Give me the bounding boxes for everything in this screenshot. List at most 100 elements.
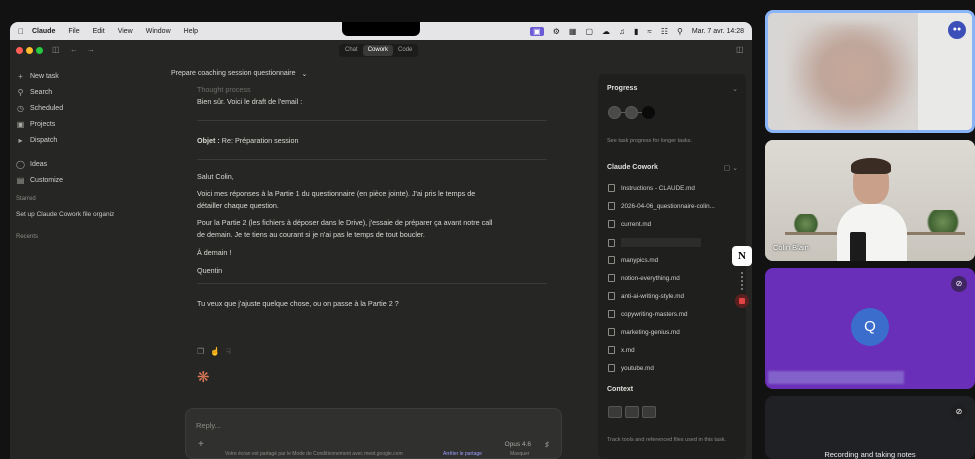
close-window-button[interactable] (16, 47, 23, 54)
context-file-icon (608, 406, 622, 418)
folder-chevron-icon[interactable]: ▢ ⌄ (724, 164, 738, 172)
camera-notch (342, 22, 420, 36)
file-name: youtube.md (621, 364, 654, 372)
file-name: current.md (621, 220, 652, 228)
tab-chat[interactable]: Chat (340, 45, 363, 56)
battery-icon[interactable]: ▮ (634, 27, 638, 36)
conversation-title-dropdown[interactable]: Prepare coaching session questionnaire ⌄ (171, 70, 307, 78)
microphone-icon[interactable]: ♯ (545, 440, 549, 449)
participant-tile-q[interactable]: Q ⊘ (765, 268, 975, 389)
folder-icon: ▣ (16, 120, 25, 129)
plant (923, 210, 963, 234)
divider (197, 159, 547, 160)
file-item[interactable]: anti-ai-writing-style.md (608, 292, 684, 300)
file-item[interactable] (608, 238, 701, 247)
stop-sharing-button[interactable]: Arrêter le partage (443, 451, 482, 457)
context-file-icons (608, 406, 656, 418)
minimize-window-button[interactable] (26, 47, 33, 54)
stop-recording-button[interactable] (735, 294, 749, 308)
file-item[interactable]: x.md (608, 346, 635, 354)
email-closing: À demain ! (197, 248, 232, 257)
progress-steps (608, 106, 655, 119)
control-center-icon[interactable]: ☷ (661, 27, 668, 36)
sidebar-toggle-icon[interactable]: ◫ (52, 45, 60, 54)
file-name: notion-everything.md (621, 274, 680, 282)
sidebar-item-scheduled[interactable]: ◷ Scheduled (16, 104, 63, 113)
window-icon[interactable]: ▢ (585, 27, 593, 36)
participant-tile-speaking[interactable]: ●● (765, 10, 975, 133)
participant-hair (851, 158, 891, 174)
sidebar-item-ideas[interactable]: ◯ Ideas (16, 160, 47, 169)
panel-toggle-icon[interactable]: ◫ (736, 45, 744, 54)
thumbs-up-icon[interactable]: ☝ (210, 346, 220, 357)
model-selector[interactable]: Opus 4.6 (505, 441, 531, 448)
notion-icon[interactable]: N (732, 246, 752, 266)
file-item[interactable]: Instructions - CLAUDE.md (608, 184, 695, 192)
progress-step-icon (642, 106, 655, 119)
add-attachment-icon[interactable]: + (198, 439, 204, 450)
menu-edit[interactable]: Edit (93, 28, 105, 35)
volume-icon[interactable]: ♫ (619, 27, 625, 36)
conversation-title: Prepare coaching session questionnaire (171, 70, 296, 77)
email-greeting: Salut Colin, (197, 172, 234, 181)
cloud-icon[interactable]: ☁ (602, 27, 610, 36)
tab-cowork[interactable]: Cowork (362, 45, 394, 56)
participant-video (837, 158, 907, 261)
sidebar-item-dispatch[interactable]: ▸ Dispatch (16, 136, 57, 145)
menu-app-name[interactable]: Claude (32, 28, 55, 35)
mic-muted-icon: ⊘ (951, 404, 967, 420)
briefcase-icon: ▤ (16, 176, 25, 185)
tab-code[interactable]: Code (393, 45, 417, 56)
gear-icon[interactable]: ⚙ (553, 27, 560, 36)
thumbs-down-icon[interactable]: ☟ (226, 346, 231, 357)
file-item[interactable]: current.md (608, 220, 651, 228)
file-name: manypics.md (621, 256, 659, 264)
participant-tile-notetaker[interactable]: ⊘ Recording and taking notes (765, 396, 975, 459)
right-panel: Progress ⌄ See task progress for longer … (598, 74, 746, 459)
apple-icon[interactable]:  (10, 27, 32, 36)
menu-view[interactable]: View (118, 28, 133, 35)
file-item[interactable]: notion-everything.md (608, 274, 680, 282)
wifi-icon[interactable]: ≈ (647, 27, 651, 36)
reply-input[interactable]: Reply... (196, 421, 221, 430)
divider (197, 283, 547, 284)
menu-help[interactable]: Help (184, 28, 198, 35)
file-item[interactable]: youtube.md (608, 364, 654, 372)
file-item[interactable]: 2026-04-06_questionnaire-colin... (608, 202, 715, 210)
drag-handle[interactable] (741, 272, 743, 290)
file-name: 2026-04-06_questionnaire-colin... (621, 202, 715, 210)
context-file-icon (625, 406, 639, 418)
file-item[interactable]: marketing-genius.md (608, 328, 680, 336)
lightbulb-icon: ◯ (16, 160, 25, 169)
file-item[interactable]: copywriting-masters.md (608, 310, 687, 318)
sidebar-item-customize[interactable]: ▤ Customize (16, 176, 63, 185)
chevron-down-icon[interactable]: ⌄ (732, 85, 738, 93)
share-banner-text: Votre écran est partagé par le Mode de C… (225, 451, 403, 457)
hide-banner-button[interactable]: Masquer (510, 451, 529, 457)
menu-file[interactable]: File (68, 28, 79, 35)
claude-app-window:  Claude File Edit View Window Help ▣ ⚙ … (10, 22, 752, 459)
file-icon (608, 238, 615, 247)
file-name: copywriting-masters.md (621, 310, 688, 318)
starred-task-link[interactable]: Set up Claude Cowork file organiz (16, 211, 114, 218)
search-icon[interactable]: ⚲ (677, 27, 683, 36)
file-item[interactable]: manypics.md (608, 256, 658, 264)
chevron-down-icon: ⌄ (301, 71, 308, 78)
participant-tile-colin[interactable]: Colin Blain (765, 140, 975, 261)
menubar-clock[interactable]: Mar. 7 avr. 14:28 (692, 28, 744, 35)
copy-icon[interactable]: ❐ (197, 346, 204, 357)
menu-window[interactable]: Window (146, 28, 171, 35)
mode-switcher: Chat Cowork Code (339, 44, 419, 57)
sidebar-item-projects[interactable]: ▣ Projects (16, 120, 56, 129)
grid-icon[interactable]: ▦ (569, 27, 577, 36)
sidebar-item-search[interactable]: ⚲ Search (16, 88, 53, 97)
zoom-window-button[interactable] (36, 47, 43, 54)
back-arrow-icon[interactable]: ← (70, 45, 78, 54)
recents-heading: Recents (16, 234, 39, 240)
thought-process-toggle[interactable]: Thought process (197, 84, 251, 95)
screen-share-icon[interactable]: ▣ (530, 26, 544, 36)
sidebar-item-new-task[interactable]: + New task (16, 72, 59, 81)
file-icon (608, 346, 615, 354)
email-subject-label: Objet : (197, 136, 220, 145)
forward-arrow-icon[interactable]: → (87, 45, 95, 54)
